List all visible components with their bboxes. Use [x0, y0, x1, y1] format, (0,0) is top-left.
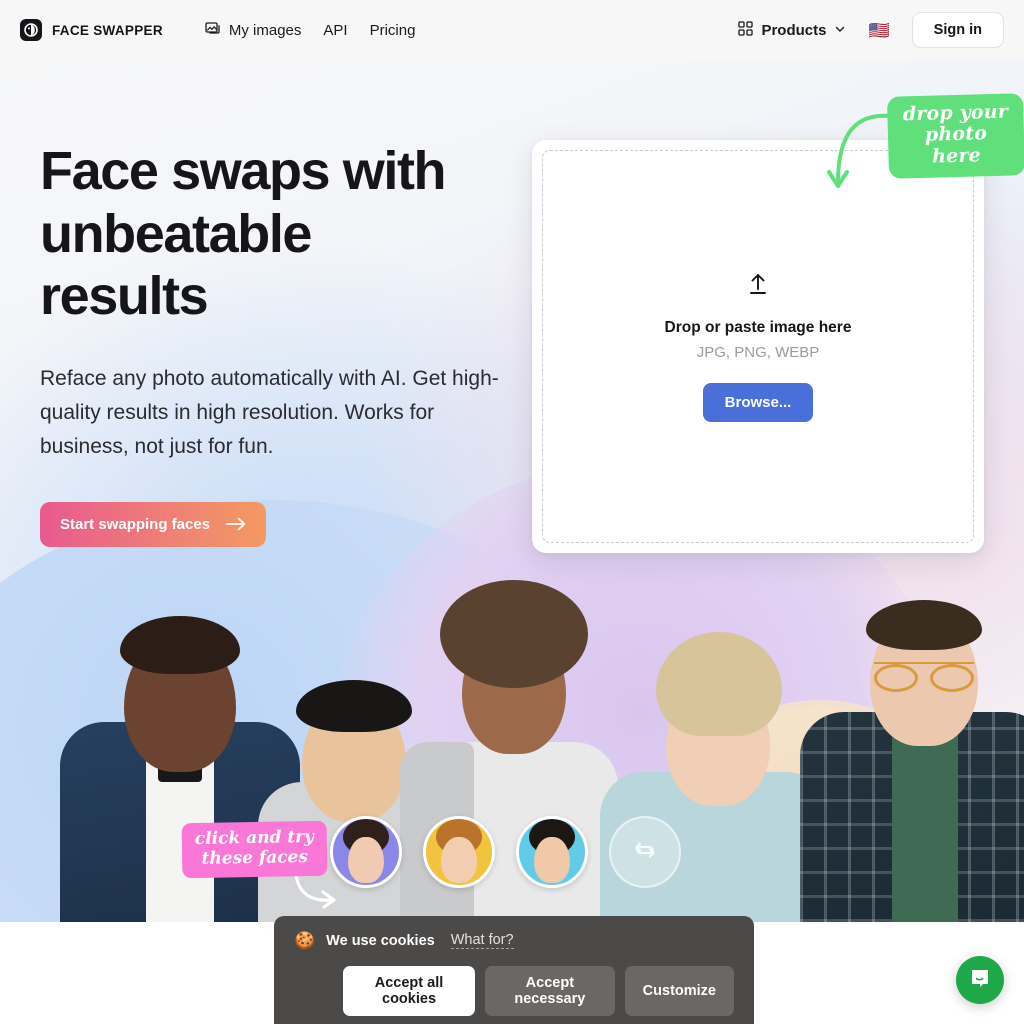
face-option-1[interactable]	[330, 816, 402, 888]
browse-button[interactable]: Browse...	[702, 382, 814, 422]
start-swapping-faces-button[interactable]: Start swapping faces	[40, 501, 267, 547]
face-option-3[interactable]	[516, 816, 588, 888]
nav-label: My images	[228, 21, 302, 39]
images-stack-icon	[205, 20, 221, 40]
drop-zone-title: Drop or paste image here	[664, 318, 852, 336]
drop-zone-formats: JPG, PNG, WEBP	[696, 343, 820, 361]
sticker-line-1: drop your	[902, 100, 1009, 126]
chat-bubble-icon	[968, 966, 992, 995]
sticker-line-2: these faces	[201, 846, 309, 869]
accept-necessary-button[interactable]: Accept necessary	[485, 966, 615, 1016]
brand-logo[interactable]: FACE SWAPPER	[20, 19, 163, 41]
face-option-2[interactable]	[423, 816, 495, 888]
cookie-banner-text: We use cookies	[326, 932, 435, 949]
hero-subtitle: Reface any photo automatically with AI. …	[40, 366, 499, 458]
products-label: Products	[761, 21, 827, 39]
nav-item-my-images[interactable]: My images	[205, 20, 302, 40]
face-swapper-logo-icon	[20, 19, 42, 41]
cookie-banner-message-row: 🍪 We use cookies What for?	[294, 932, 734, 949]
customize-cookies-button[interactable]: Customize	[624, 966, 734, 1016]
sticker-line-2: photo here	[924, 122, 988, 168]
chevron-down-icon	[834, 22, 846, 39]
header-right-group: Products 🇺🇸 Sign in	[738, 12, 1004, 48]
arrow-right-icon	[226, 517, 246, 531]
nav-label: Pricing	[369, 21, 416, 39]
nav-item-api[interactable]: API	[323, 22, 347, 39]
shuffle-faces-button[interactable]	[609, 816, 681, 888]
chat-widget-button[interactable]	[956, 956, 1004, 1004]
cta-label: Start swapping faces	[60, 515, 211, 533]
hero-text-block: Face swaps with unbeatable results Refac…	[40, 140, 510, 547]
title-line-1: Face swaps with	[40, 141, 447, 201]
site-header: FACE SWAPPER My images API Pricing Produ…	[0, 0, 1024, 60]
products-menu[interactable]: Products	[738, 20, 846, 40]
nav-label: API	[323, 21, 348, 39]
cookie-what-for-link[interactable]: What for?	[450, 932, 514, 949]
drop-zone[interactable]: Drop or paste image here JPG, PNG, WEBP …	[542, 150, 974, 543]
cookie-banner: 🍪 We use cookies What for? Accept all co…	[274, 916, 754, 1024]
face-picker	[330, 816, 681, 888]
sticker-click-and-try-these-faces: click and try these faces	[181, 820, 328, 879]
refresh-shuffle-icon	[630, 835, 660, 870]
cookie-banner-actions: Accept all cookies Accept necessary Cust…	[343, 966, 734, 1016]
cookie-icon: 🍪	[294, 931, 316, 950]
grid-icon	[738, 20, 754, 40]
curved-arrow-down-icon	[827, 113, 892, 188]
title-line-3: results	[40, 266, 209, 327]
language-flag-icon[interactable]: 🇺🇸	[868, 22, 889, 39]
accept-all-cookies-button[interactable]: Accept all cookies	[343, 966, 476, 1016]
page-title: Face swaps with unbeatable results	[40, 140, 510, 328]
upload-arrow-icon	[745, 272, 771, 301]
nav-item-pricing[interactable]: Pricing	[370, 22, 416, 39]
sticker-drop-your-photo-here: drop your photo here	[886, 93, 1024, 179]
main-nav: My images API Pricing	[205, 20, 416, 40]
sign-in-button[interactable]: Sign in	[911, 12, 1004, 48]
brand-name: FACE SWAPPER	[52, 22, 163, 38]
upload-card: Drop or paste image here JPG, PNG, WEBP …	[532, 140, 984, 553]
title-line-2: unbeatable	[40, 203, 312, 264]
person-5	[800, 522, 1024, 922]
